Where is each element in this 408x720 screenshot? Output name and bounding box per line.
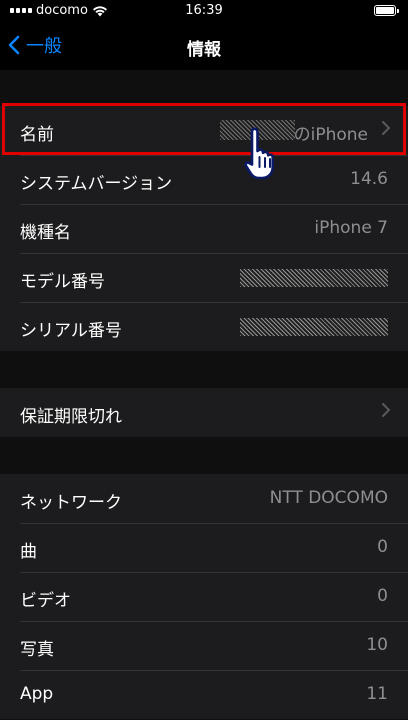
name-row[interactable]: 名前 のiPhone xyxy=(0,106,408,155)
battery-icon xyxy=(374,5,399,16)
warranty-group: 保証期限切れ xyxy=(0,388,408,437)
hand-pointer-icon xyxy=(244,127,274,180)
row-label: 保証期限切れ xyxy=(20,407,122,427)
row-label: シリアル番号 xyxy=(20,321,122,341)
songs-row: 曲 0 xyxy=(0,523,408,572)
videos-row: ビデオ 0 xyxy=(0,572,408,621)
row-label: 名前 xyxy=(20,125,54,145)
apps-row: App 11 xyxy=(0,670,408,719)
redacted-model-number xyxy=(240,269,388,287)
row-value: 0 xyxy=(377,537,388,557)
network-row: ネットワーク NTT DOCOMO xyxy=(0,474,408,523)
row-label: ネットワーク xyxy=(20,493,122,513)
photos-row: 写真 10 xyxy=(0,621,408,670)
clock: 16:39 xyxy=(185,3,223,18)
row-value: 14.6 xyxy=(350,169,388,189)
row-label: ビデオ xyxy=(20,591,71,611)
status-bar: docomo 16:39 xyxy=(0,0,408,22)
model-number-row[interactable]: モデル番号 xyxy=(0,253,408,302)
chevron-right-icon xyxy=(382,121,390,135)
chevron-right-icon xyxy=(382,403,390,417)
row-value: のiPhone xyxy=(293,125,368,145)
row-value: NTT DOCOMO xyxy=(269,488,388,508)
about-group: 名前 のiPhone システムバージョン 14.6 機種名 iPhone 7 モ… xyxy=(0,106,408,351)
serial-number-row: シリアル番号 xyxy=(0,302,408,351)
row-label: システムバージョン xyxy=(20,174,173,194)
redacted-serial-number xyxy=(240,318,388,336)
row-value: iPhone 7 xyxy=(314,218,388,238)
warranty-row[interactable]: 保証期限切れ xyxy=(0,388,408,437)
page-title: 情報 xyxy=(187,40,221,60)
row-label: 機種名 xyxy=(20,223,71,243)
row-label: 写真 xyxy=(20,640,54,660)
row-label: App xyxy=(20,684,54,704)
media-group: ネットワーク NTT DOCOMO 曲 0 ビデオ 0 写真 10 App 11 xyxy=(0,474,408,719)
nav-bar: 一般 情報 xyxy=(0,22,408,70)
row-label: 曲 xyxy=(20,542,37,562)
system-version-row: システムバージョン 14.6 xyxy=(0,155,408,204)
row-value: 0 xyxy=(377,586,388,606)
row-value: 10 xyxy=(366,635,388,655)
row-value: 11 xyxy=(366,684,388,704)
model-name-row: 機種名 iPhone 7 xyxy=(0,204,408,253)
row-label: モデル番号 xyxy=(20,272,105,292)
